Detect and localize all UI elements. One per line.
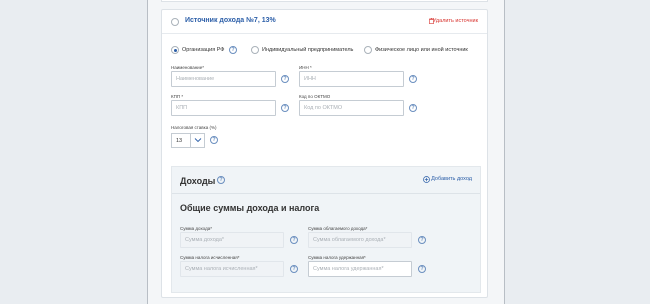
help-icon[interactable]: ? [409,104,417,112]
help-icon[interactable]: ? [281,75,289,83]
delete-source-button[interactable]: Удалить источник [433,18,478,24]
tax-calculated-label: Сумма налога исчисленная* [180,255,240,260]
income-source-card: Источник дохода №7, 13% Удалить источник… [161,9,488,298]
previous-card-bottom [161,0,488,2]
income-section: Доходы ? Добавить доход Общие суммы дохо… [171,166,481,293]
radio-organization-label[interactable]: Организация РФ [182,47,225,53]
kpp-label: КПП * [171,94,184,99]
oktmo-input[interactable]: Код по ОКТМО [299,100,404,116]
radio-entrepreneur-label[interactable]: Индивидуальный предприниматель [262,47,353,53]
kpp-input[interactable]: КПП [171,100,276,116]
radio-entrepreneur[interactable] [251,46,259,54]
tax-withheld-label: Сумма налога удержанная* [308,255,366,260]
help-icon[interactable]: ? [229,46,237,54]
tax-rate-label: Налоговая ставка (%) [171,125,217,130]
radio-organization[interactable] [171,46,179,54]
radio-individual[interactable] [364,46,372,54]
tax-withheld-input[interactable]: Сумма налога удержанная* [308,261,412,277]
help-icon[interactable]: ? [210,136,218,144]
source-title: Источник дохода №7, 13% [185,17,276,24]
taxable-sum-input[interactable]: Сумма облагаемого дохода* [308,232,412,248]
add-income-button[interactable]: Добавить доход [431,176,472,182]
plus-circle-icon[interactable] [423,176,430,183]
chevron-down-icon [194,138,202,143]
oktmo-label: Код по ОКТМО [299,94,331,99]
radio-individual-label[interactable]: Физическое лицо или иной источник [375,47,468,53]
help-icon[interactable]: ? [217,176,225,184]
income-title: Доходы [180,176,216,186]
tax-rate-select[interactable]: 13 [171,133,205,148]
help-icon[interactable]: ? [409,75,417,83]
help-icon[interactable]: ? [418,265,426,273]
totals-title: Общие суммы дохода и налога [180,203,320,213]
taxable-sum-label: Сумма облагаемого дохода* [308,226,368,231]
help-icon[interactable]: ? [418,236,426,244]
select-divider [190,134,191,147]
inn-label: ИНН * [299,65,312,70]
source-header: Источник дохода №7, 13% Удалить источник [162,10,487,34]
income-header: Доходы ? Добавить доход [172,167,480,194]
inn-input[interactable]: ИНН [299,71,404,87]
income-sum-label: Сумма дохода* [180,226,212,231]
tax-rate-value: 13 [176,138,183,144]
source-select-radio[interactable] [171,18,179,26]
help-icon[interactable]: ? [290,236,298,244]
income-sum-input[interactable]: Сумма дохода* [180,232,284,248]
name-label: Наименование* [171,65,204,70]
tax-calculated-input[interactable]: Сумма налога исчисленная* [180,261,284,277]
name-input[interactable]: Наименование [171,71,276,87]
help-icon[interactable]: ? [290,265,298,273]
help-icon[interactable]: ? [281,104,289,112]
